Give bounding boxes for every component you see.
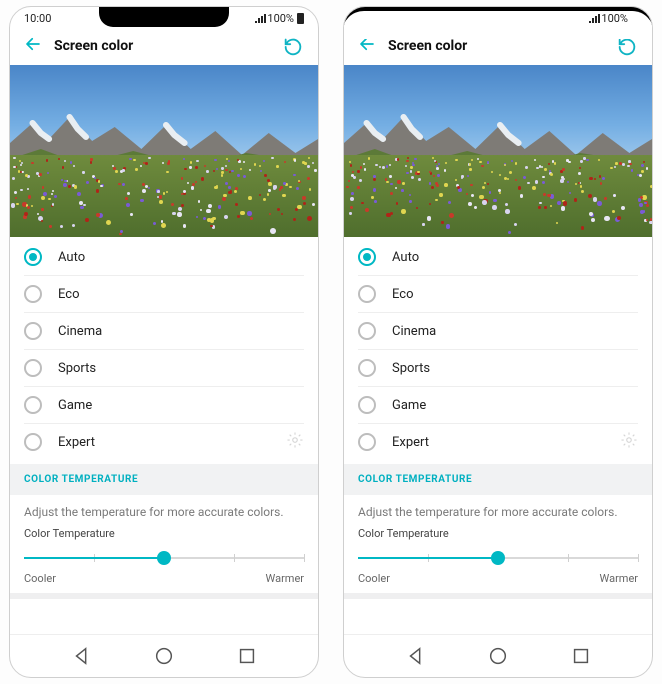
signal-icon [588,13,600,24]
mode-label: Expert [58,435,95,450]
battery-icon [297,13,304,24]
mode-option-auto[interactable]: Auto [358,239,638,276]
mode-option-eco[interactable]: Eco [358,276,638,313]
mode-label: Eco [392,287,414,302]
radio-icon [358,396,376,414]
section-header: COLOR TEMPERATURE [10,464,318,495]
section-desc: Adjust the temperature for more accurate… [10,495,318,523]
nav-back-button[interactable] [71,645,93,667]
slider-max-label: Warmer [600,572,639,585]
signal-icon [254,13,266,24]
nav-bar [344,634,652,677]
radio-icon [358,433,376,451]
battery-pct: 100% [267,12,294,25]
back-button[interactable] [24,35,42,57]
radio-icon [24,396,42,414]
mode-option-game[interactable]: Game [24,387,304,424]
mode-label: Eco [58,287,80,302]
gear-icon[interactable] [620,431,638,453]
section-desc: Adjust the temperature for more accurate… [344,495,652,523]
mode-label: Auto [392,250,419,265]
phone-left: 10:00 100% Screen color Auto Eco Cinema Spo… [9,6,319,678]
reset-button[interactable] [282,35,304,57]
battery-icon [631,13,638,24]
phone-right: 10:00 100% Screen color Auto Eco Cinema Spo… [343,6,653,678]
page-title: Screen color [388,38,604,54]
slider-min-label: Cooler [358,572,390,585]
radio-icon [358,285,376,303]
slider-max-label: Warmer [266,572,305,585]
nav-home-button[interactable] [487,645,509,667]
nav-home-button[interactable] [153,645,175,667]
mode-list: Auto Eco Cinema Sports Game Expert [344,237,652,460]
mode-option-eco[interactable]: Eco [24,276,304,313]
section-header: COLOR TEMPERATURE [344,464,652,495]
status-icons: 100% [254,12,304,25]
mode-label: Auto [58,250,85,265]
status-time: 10:00 [24,12,51,25]
mode-label: Cinema [392,324,436,339]
mode-option-sports[interactable]: Sports [24,350,304,387]
nav-back-button[interactable] [405,645,427,667]
nav-recent-button[interactable] [236,645,258,667]
status-bar: 10:00 100% [344,7,652,29]
mode-option-game[interactable]: Game [358,387,638,424]
mode-label: Cinema [58,324,102,339]
radio-icon [24,285,42,303]
slider-label: Color Temperature [358,527,638,540]
radio-icon [24,322,42,340]
mode-option-expert[interactable]: Expert [24,424,304,460]
mode-option-auto[interactable]: Auto [24,239,304,276]
mode-option-sports[interactable]: Sports [358,350,638,387]
page-title: Screen color [54,38,270,54]
mode-label: Sports [392,361,430,376]
color-temp-slider[interactable] [358,546,638,570]
radio-icon [358,248,376,266]
slider-min-label: Cooler [24,572,56,585]
color-temp-slider[interactable] [24,546,304,570]
slider-label: Color Temperature [24,527,304,540]
mode-label: Game [392,398,426,413]
radio-icon [24,359,42,377]
mode-option-expert[interactable]: Expert [358,424,638,460]
mode-label: Expert [392,435,429,450]
radio-icon [358,359,376,377]
mode-option-cinema[interactable]: Cinema [24,313,304,350]
gear-icon[interactable] [286,431,304,453]
header: Screen color [10,29,318,65]
section-title: COLOR TEMPERATURE [24,474,304,485]
mode-option-cinema[interactable]: Cinema [358,313,638,350]
status-icons: 100% [588,12,638,25]
preview-image [344,65,652,237]
radio-icon [358,322,376,340]
status-time: 10:00 [358,12,385,25]
mode-label: Sports [58,361,96,376]
radio-icon [24,433,42,451]
battery-pct: 100% [601,12,628,25]
mode-list: Auto Eco Cinema Sports Game Expert [10,237,318,460]
nav-recent-button[interactable] [570,645,592,667]
section-title: COLOR TEMPERATURE [358,474,638,485]
mode-label: Game [58,398,92,413]
radio-icon [24,248,42,266]
preview-image [10,65,318,237]
nav-bar [10,634,318,677]
